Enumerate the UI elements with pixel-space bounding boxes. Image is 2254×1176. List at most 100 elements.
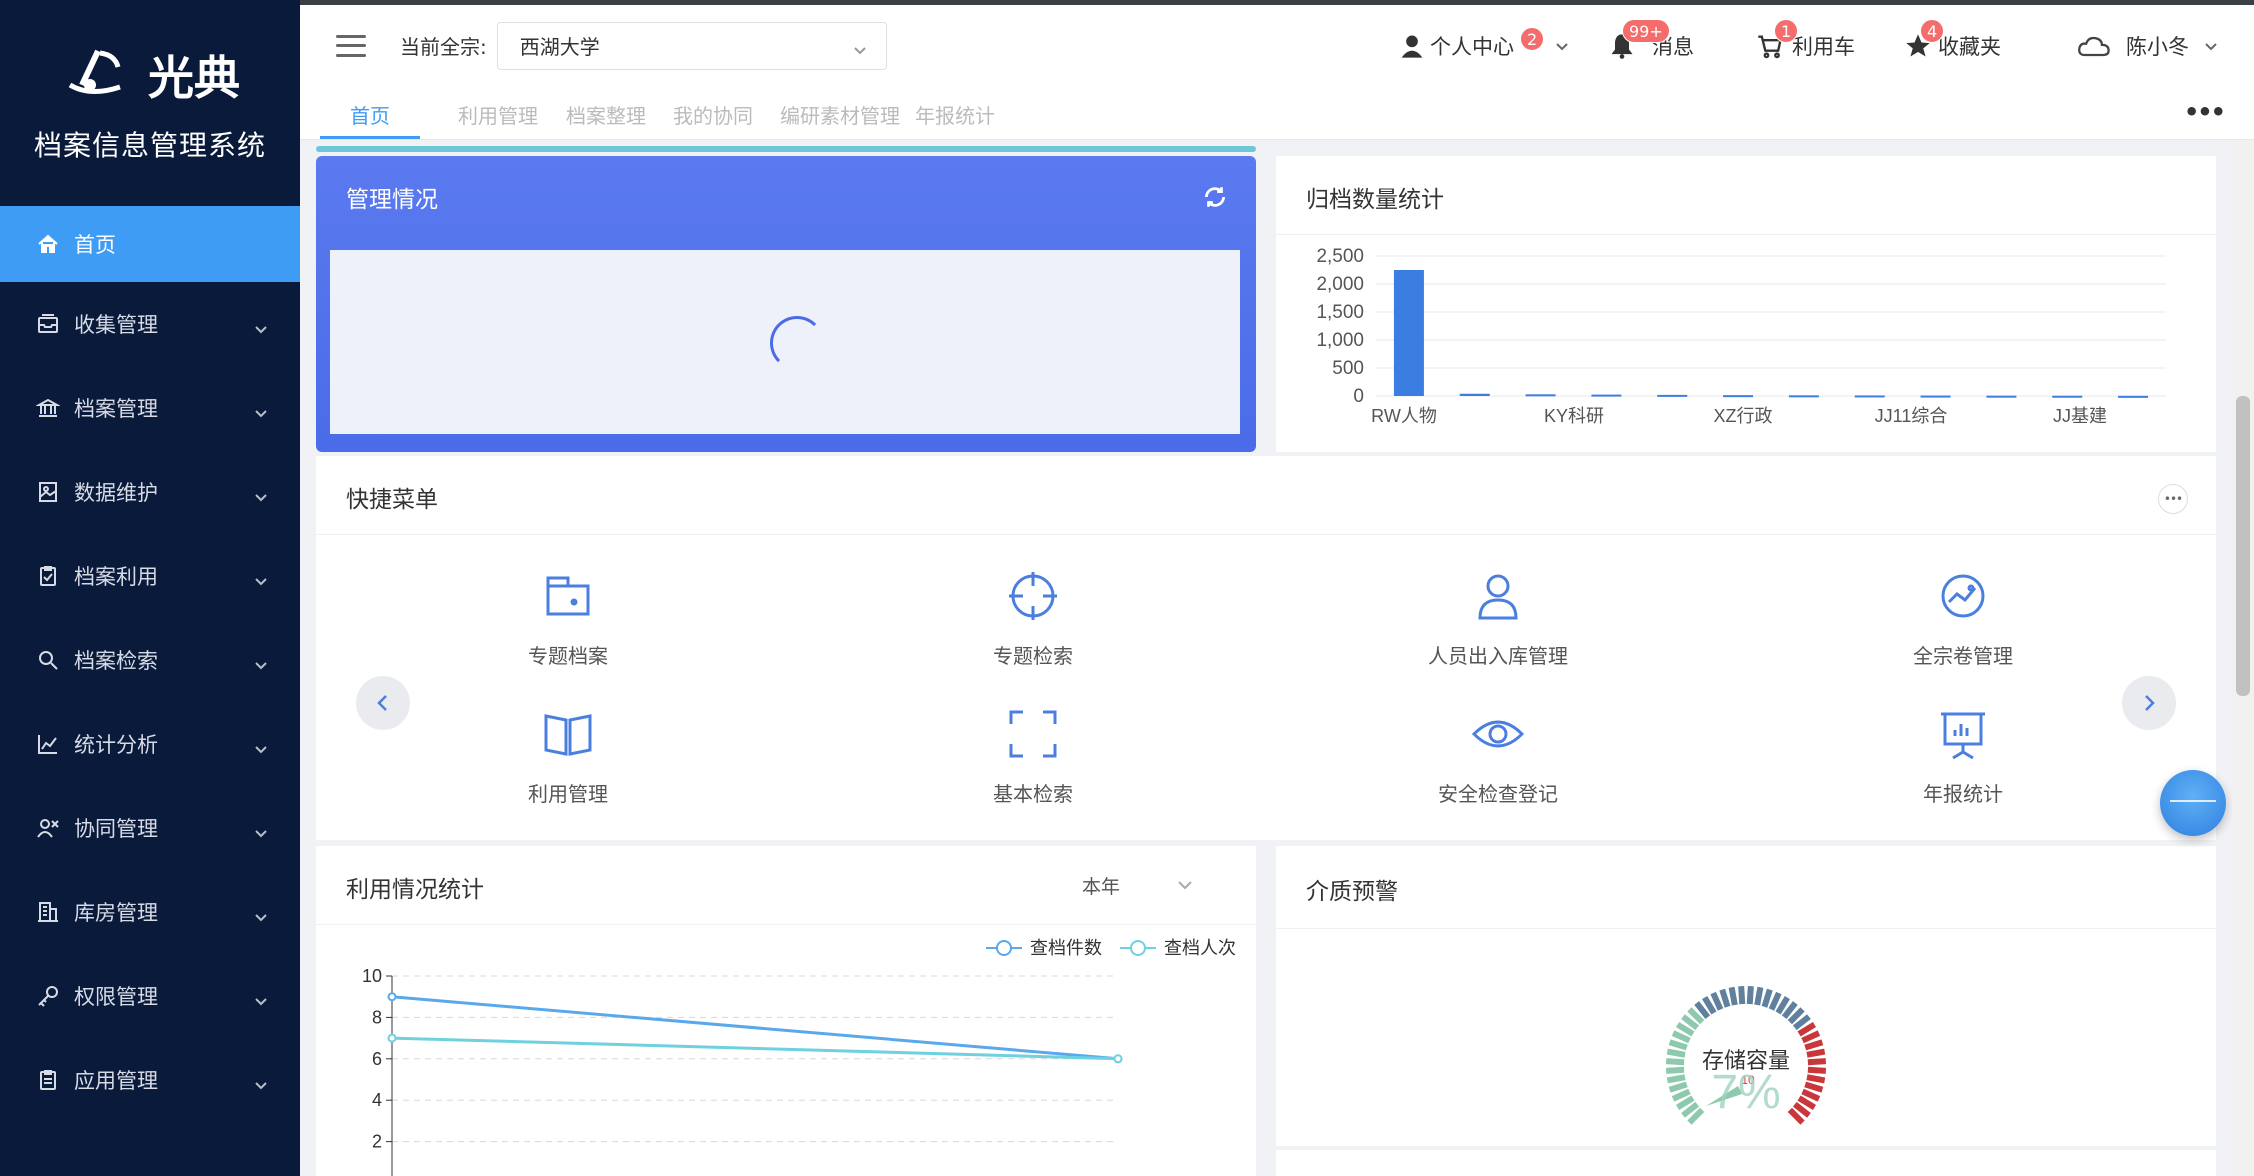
bar[interactable] [1525, 394, 1556, 397]
scrollbar-thumb[interactable] [2236, 396, 2250, 696]
carousel-next-button[interactable] [2122, 676, 2176, 730]
chevron-down-icon [254, 569, 268, 586]
quick-menu-item[interactable]: 年报统计 [1833, 706, 2093, 807]
sidebar-item-label: 首页 [74, 233, 116, 257]
cart-button[interactable]: 利用车 1 [1756, 19, 1855, 61]
bar[interactable] [1393, 270, 1424, 396]
sidebar-item-5[interactable]: 档案检索 [0, 618, 300, 702]
bar[interactable] [1920, 395, 1951, 398]
tab-1[interactable]: 利用管理 [458, 100, 538, 129]
bar[interactable] [1657, 394, 1688, 397]
personal-center-menu[interactable]: 个人中心 2 [1398, 27, 1570, 61]
sidebar-item-label: 档案检索 [74, 649, 158, 673]
book-icon [544, 714, 592, 756]
user-name: 陈小冬 [2126, 35, 2189, 59]
sidebar-item-6[interactable]: 统计分析 [0, 702, 300, 786]
refresh-icon[interactable] [1202, 184, 1228, 210]
management-title: 管理情况 [346, 187, 438, 213]
quick-menu-item[interactable]: 基本检索 [903, 706, 1163, 807]
tab-4[interactable]: 编研素材管理 [780, 100, 900, 129]
data-point[interactable] [1113, 1054, 1123, 1064]
quick-menu-item[interactable]: 专题检索 [903, 568, 1163, 669]
quick-menu-item[interactable]: 全宗卷管理 [1833, 568, 2093, 669]
chart-circle-icon [1941, 574, 1985, 618]
bar[interactable] [2052, 395, 2083, 398]
management-card: 管理情况 [316, 156, 1256, 452]
carousel-prev-button[interactable] [356, 676, 410, 730]
gauge-tick [1807, 1066, 1827, 1074]
y-tick-label: 2,000 [1316, 274, 1364, 295]
chevron-down-icon [1176, 876, 1194, 898]
sidebar-nav: 首页收集管理档案管理数据维护 档案利用档案检索统计分析协同管理库房管理 权限管理 应用… [0, 206, 300, 1122]
eye-icon [1471, 720, 1525, 748]
bar[interactable] [1459, 393, 1490, 396]
sidebar-item-label: 协同管理 [74, 817, 158, 841]
y-tick-label: 10 [362, 966, 382, 986]
sidebar-item-10[interactable]: 应用管理 [0, 1038, 300, 1122]
period-select[interactable]: 本年 [1082, 872, 1120, 899]
next-card-peek [1276, 1150, 2216, 1176]
legend-marker[interactable] [1130, 940, 1146, 956]
quick-menu-label: 人员出入库管理 [1428, 644, 1568, 668]
chevron-down-icon [254, 1073, 268, 1090]
tab-0[interactable]: 首页 [350, 100, 390, 129]
y-tick-label: 2,500 [1316, 246, 1364, 267]
gauge-tick [1804, 1081, 1824, 1093]
data-point[interactable] [387, 1033, 397, 1043]
sidebar-item-2[interactable]: 档案管理 [0, 366, 300, 450]
tab-2[interactable]: 档案整理 [566, 100, 646, 129]
sidebar-item-8[interactable]: 库房管理 [0, 870, 300, 954]
bar[interactable] [1986, 395, 2017, 398]
messages-badge: 99+ [1622, 19, 1670, 43]
quick-menu-item[interactable]: 专题档案 [438, 568, 698, 669]
y-tick-label: 1,500 [1316, 302, 1364, 323]
archive-stats-card: 归档数量统计 0 500 1,000 1,500 2,000 2,500 RW人物 KY科研 X… [1276, 156, 2216, 452]
archive-bar-chart: 0 500 1,000 1,500 2,000 2,500 RW人物 KY科研 XZ行政 JJ11… [1316, 246, 2166, 426]
quick-menu-label: 利用管理 [528, 782, 608, 806]
logo: 光典 [60, 42, 240, 108]
quick-menu-item[interactable]: 利用管理 [438, 706, 698, 807]
x-tick-label: KY科研 [1544, 406, 1604, 426]
bar[interactable] [2118, 395, 2149, 398]
messages-button[interactable]: 消息 99+ [1608, 19, 1694, 61]
legend-label: 查档件数 [1030, 938, 1102, 958]
sidebar-item-9[interactable]: 权限管理 [0, 954, 300, 1038]
presentation-icon [1941, 712, 1985, 760]
quick-menu-item[interactable]: 安全检查登记 [1368, 706, 1628, 807]
y-tick-label: 6 [372, 1049, 382, 1069]
menu-toggle-icon[interactable] [336, 34, 366, 57]
gauge-tick [1719, 988, 1731, 1008]
sidebar-item-0[interactable]: 首页 [0, 206, 300, 282]
fonds-select[interactable]: 西湖大学 [496, 21, 887, 70]
bar[interactable] [1788, 395, 1819, 398]
tab-bar: ••• 首页 利用管理 档案整理 我的协同 编研素材管理 年报统计 [300, 86, 2254, 140]
y-tick-label: 8 [372, 1007, 382, 1027]
sidebar-item-4[interactable]: 档案利用 [0, 534, 300, 618]
sidebar-item-3[interactable]: 数据维护 [0, 450, 300, 534]
bar[interactable] [1591, 394, 1622, 397]
management-content [330, 250, 1240, 434]
sidebar-item-7[interactable]: 协同管理 [0, 786, 300, 870]
floating-assistant-button[interactable] [2160, 770, 2226, 836]
user-menu[interactable]: 陈小冬 [2076, 31, 2219, 61]
sidebar-item-1[interactable]: 收集管理 [0, 282, 300, 366]
header: 当前全宗: 西湖大学 个人中心 2 消息 99+ 利用车 1 收藏夹 4 陈小冬 [300, 0, 2254, 86]
more-options-icon[interactable]: ••• [2158, 484, 2188, 514]
sidebar-item-label: 档案管理 [74, 397, 158, 421]
y-tick-label: 0 [1353, 386, 1364, 407]
bar[interactable] [1723, 395, 1754, 398]
active-tab-indicator [320, 136, 420, 139]
tab-5[interactable]: 年报统计 [915, 100, 995, 129]
favorites-label: 收藏夹 [1938, 35, 2001, 59]
tabs-more-icon[interactable]: ••• [2184, 98, 2226, 126]
tab-3[interactable]: 我的协同 [673, 100, 753, 129]
bar[interactable] [1854, 395, 1885, 398]
y-tick-label: 500 [1332, 358, 1364, 379]
chevron-down-icon [254, 989, 268, 1006]
favorites-button[interactable]: 收藏夹 4 [1904, 19, 2001, 61]
data-point[interactable] [387, 992, 397, 1002]
legend-marker[interactable] [996, 940, 1012, 956]
cart-label: 利用车 [1792, 35, 1855, 59]
quick-menu-item[interactable]: 人员出入库管理 [1368, 568, 1628, 669]
media-warning-title: 介质预警 [1306, 879, 1398, 905]
